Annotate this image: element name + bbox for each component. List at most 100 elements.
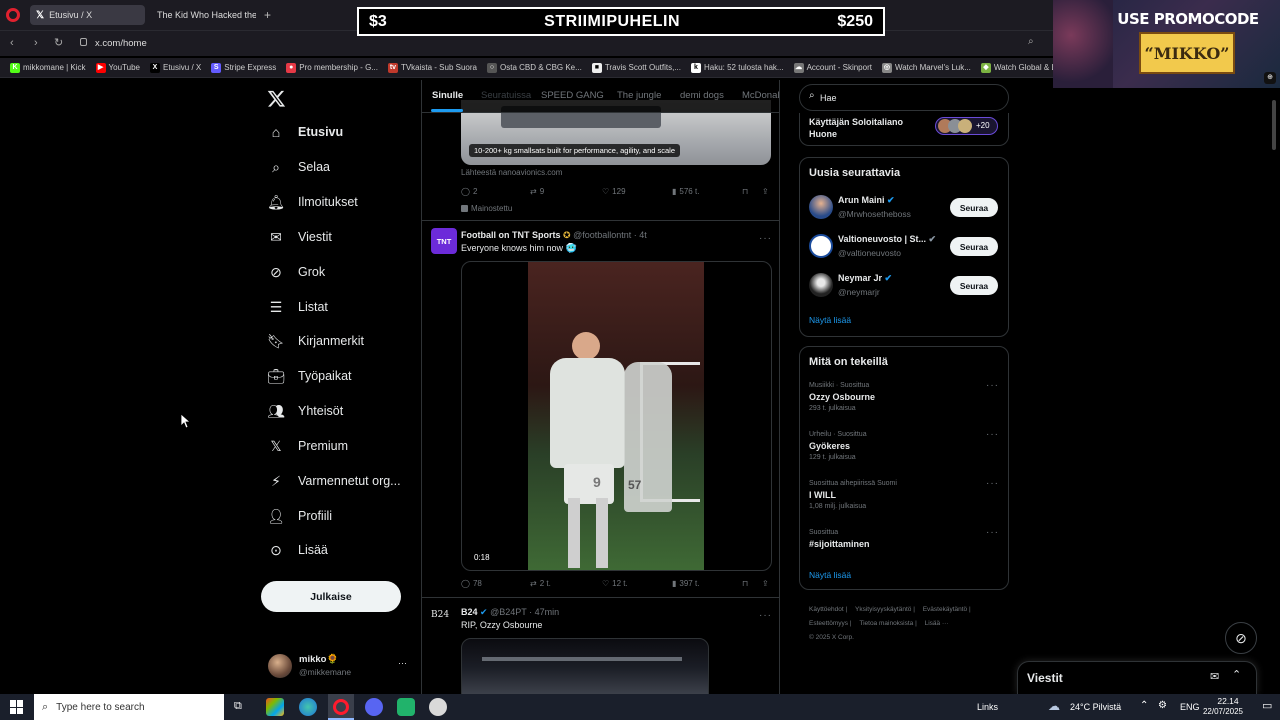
sidebar-item-selaa[interactable]: ⌕ Selaa [268, 159, 330, 175]
edge-icon[interactable] [299, 698, 317, 716]
taskbar-search-input[interactable]: Type here to search [56, 702, 144, 713]
new-message-icon[interactable]: ✉ [1210, 670, 1219, 683]
follow-user-name[interactable]: Neymar Jr ✔ [838, 273, 892, 284]
post-more-icon[interactable]: ··· [759, 607, 772, 621]
messages-drawer[interactable]: Viestit ✉ ⌃ [1017, 661, 1257, 694]
follow-button[interactable]: Seuraa [950, 276, 998, 295]
app-icon[interactable] [429, 698, 447, 716]
show-more-link[interactable]: Näytä lisää [809, 570, 851, 580]
bookmark-item[interactable]: ▶ YouTube [95, 62, 140, 73]
sidebar-item-työpaikat[interactable]: 💼︎ Työpaikat [267, 368, 351, 384]
sidebar-item-profiili[interactable]: 👤︎ Profiili [267, 508, 332, 524]
like-action[interactable]: ♡ 129 [602, 187, 626, 196]
bookmark-item[interactable]: ○ Osta CBD & CBG Ke... [487, 62, 582, 73]
ad-source[interactable]: Lähteestä nanoavionics.com [461, 168, 562, 177]
avatar[interactable] [809, 195, 833, 219]
post-author[interactable]: B24 [461, 607, 478, 617]
url-field[interactable]: x.com/home [95, 38, 147, 49]
back-icon[interactable]: ‹ [10, 37, 14, 49]
sidebar-item-premium[interactable]: 𝕏 Premium [268, 438, 348, 454]
bookmark-item[interactable]: X Etusivu / X [149, 62, 201, 73]
sidebar-item-listat[interactable]: ☰ Listat [268, 299, 328, 315]
notifications-icon[interactable]: ▭ [1262, 699, 1272, 712]
tab-etusivu[interactable]: 𝕏 Etusivu / X [30, 5, 145, 25]
account-switcher[interactable]: mikko🌻 @mikkemane ··· [268, 654, 412, 680]
footer-link[interactable]: Esteettömyys [809, 620, 848, 627]
footer-link[interactable]: Evästekäytäntö [923, 606, 967, 613]
tab-the-jungle[interactable]: The jungle [617, 90, 661, 101]
reply-action[interactable]: ◯ 2 [461, 187, 477, 196]
sidebar-item-varmennetut-org-[interactable]: ⚡︎ Varmennetut org... [268, 473, 401, 489]
show-more-link[interactable]: Näytä lisää [809, 315, 851, 325]
post-author[interactable]: Football on TNT Sports [461, 230, 561, 240]
follow-user-name[interactable]: Valtioneuvosto | St... ✔ [838, 234, 936, 245]
trend-item[interactable]: Suosittua aihepiirissä Suomi I WILL 1,08 m… [809, 478, 999, 510]
bookmark-action[interactable]: ⊓ [742, 187, 748, 196]
post-video[interactable]: 9 57 0:18 [461, 261, 772, 571]
sidebar-item-lisää[interactable]: ⊙ Lisää [268, 542, 328, 558]
windows-start-icon[interactable] [10, 700, 24, 714]
sidebar-item-viestit[interactable]: ✉ Viestit [268, 229, 332, 245]
avatar[interactable] [809, 234, 833, 258]
opera-icon[interactable] [333, 699, 349, 715]
bookmark-item[interactable]: ■ Travis Scott Outfits,... [591, 62, 681, 73]
x-logo-icon[interactable] [267, 89, 286, 111]
account-more-icon[interactable]: ··· [398, 658, 407, 668]
clock-time[interactable]: 22.14 [1208, 696, 1248, 706]
language-indicator[interactable]: ENG [1180, 702, 1200, 712]
footer-link[interactable]: Käyttöehdot [809, 606, 844, 613]
discord-icon[interactable] [365, 698, 383, 716]
bookmark-item[interactable]: ☁ Account - Skinport [793, 62, 872, 73]
trend-more-icon[interactable]: ··· [986, 429, 999, 440]
page-scrollbar[interactable] [1272, 100, 1276, 150]
search-input[interactable]: Hae [820, 93, 837, 103]
app-icon[interactable] [397, 698, 415, 716]
post-image[interactable] [461, 638, 709, 694]
weather-text[interactable]: 24°C Pilvistä [1070, 702, 1121, 712]
tnt-avatar[interactable]: TNT [431, 228, 457, 254]
new-tab-icon[interactable]: + [264, 8, 271, 22]
space-card[interactable]: Käyttäjän Soloitaliano Huone +20 [799, 113, 1009, 146]
reload-icon[interactable]: ↻ [54, 36, 63, 49]
tab-youtube-video[interactable]: The Kid Who Hacked the [146, 5, 256, 25]
follow-user-name[interactable]: Arun Maini ✔ [838, 195, 895, 206]
share-action[interactable]: ⇪ [762, 579, 769, 588]
bookmark-action[interactable]: ⊓ [742, 579, 748, 588]
sidebar-item-yhteisöt[interactable]: 👥︎ Yhteisöt [267, 403, 343, 419]
tab-demi-dogs[interactable]: demi dogs [680, 90, 724, 101]
sidebar-item-grok[interactable]: ⊘ Grok [268, 264, 325, 280]
post-button[interactable]: Julkaise [261, 581, 401, 612]
avatar[interactable] [809, 273, 833, 297]
bookmark-item[interactable]: k Haku: 52 tulosta hak... [690, 62, 784, 73]
trend-item[interactable]: Suosittua #sijoittaminen ··· [809, 527, 999, 552]
chevron-up-icon[interactable]: ⌃ [1140, 700, 1148, 711]
sidebar-item-ilmoitukset[interactable]: 🔔︎ Ilmoitukset [267, 194, 358, 210]
clock-date[interactable]: 22/07/2025 [1198, 707, 1248, 716]
trend-item[interactable]: Musiikki · Suosittua Ozzy Osbourne 293 t. … [809, 380, 999, 412]
footer-link[interactable]: Lisää ··· [925, 620, 949, 627]
tab-speed-gang[interactable]: SPEED GANG [541, 90, 604, 101]
repost-action[interactable]: ⇄ 9 [530, 187, 544, 196]
views-action[interactable]: ▮ 576 t. [672, 187, 699, 196]
bookmark-item[interactable]: ● Pro membership - G... [286, 62, 378, 73]
post-handle[interactable]: @B24PT · 47min [490, 607, 559, 617]
footer-link[interactable]: Yksityisyyskäytäntö [855, 606, 911, 613]
network-icon[interactable]: ⚙ [1158, 700, 1167, 711]
app-icon[interactable] [266, 698, 284, 716]
footer-link[interactable]: Tietoa mainoksista [859, 620, 913, 627]
sidebar-item-etusivu[interactable]: ⌂ Etusivu [268, 124, 343, 140]
taskbar-search[interactable]: ⌕ Type here to search [34, 694, 224, 720]
post-handle[interactable]: @footballontnt · 4t [573, 230, 647, 240]
taskbar-links[interactable]: Links [977, 702, 998, 712]
trend-more-icon[interactable]: ··· [986, 380, 999, 391]
search-page-icon[interactable]: ⌕ [1028, 36, 1034, 47]
reply-action[interactable]: ◯ 78 [461, 579, 482, 588]
trend-more-icon[interactable]: ··· [986, 527, 999, 538]
tab-sinulle[interactable]: Sinulle [432, 90, 463, 101]
follow-button[interactable]: Seuraa [950, 237, 998, 256]
share-action[interactable]: ⇪ [762, 187, 769, 196]
trend-item[interactable]: Urheilu · Suosittua Gyökeres 129 t. julkai… [809, 429, 999, 461]
forward-icon[interactable]: › [34, 37, 38, 49]
like-action[interactable]: ♡ 12 t. [602, 579, 628, 588]
grok-icon[interactable]: ⊘ [1225, 622, 1257, 654]
